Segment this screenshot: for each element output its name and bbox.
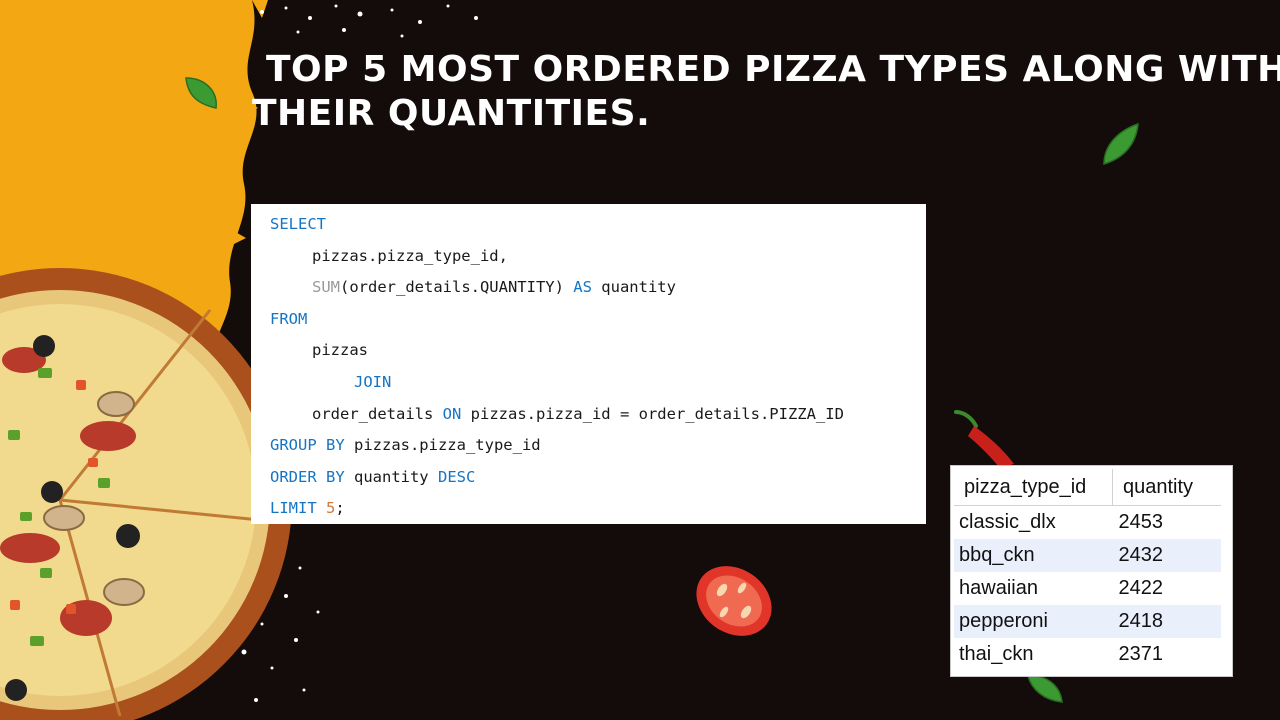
code-line-select: SELECT [270,209,926,241]
cell-pizza-type-id: hawaiian [959,577,1038,599]
cell-quantity: 2422 [1118,577,1164,599]
table-row[interactable]: pepperoni 2418 [954,605,1221,638]
code-line-table: pizzas [270,335,926,367]
sql-keyword-limit: LIMIT [270,499,317,518]
sql-function-sum: SUM [312,278,340,297]
code-line-from: FROM [270,304,926,336]
code-line-limit: LIMIT 5; [270,493,926,525]
cell-pizza-type-id: bbq_ckn [954,539,1113,572]
cell-quantity: 2371 [1118,643,1164,665]
cell-quantity: 2418 [1112,605,1221,638]
sql-keyword-order-by: ORDER BY [270,467,345,486]
slide-title: Top 5 most ordered pizza types along wit… [252,48,1280,136]
code-line-on: order_details ON pizzas.pizza_id = order… [270,399,926,431]
table-row[interactable]: classic_dlx 2453 [954,506,1221,540]
sql-keyword-join: JOIN [354,372,392,391]
sql-terminator: ; [335,499,345,518]
result-header-row: pizza_type_id quantity [954,469,1221,506]
sql-limit-value: 5 [326,499,336,518]
code-line-join: JOIN [270,367,926,399]
sql-keyword-as: AS [573,278,592,297]
sql-code-block: SELECT pizzas.pizza_type_id, SUM(order_d… [251,204,926,524]
sql-group-column: pizzas.pizza_type_id [344,436,541,455]
code-line-sum: SUM(order_details.QUANTITY) AS quantity [270,272,926,304]
column-header-quantity[interactable]: quantity [1112,469,1221,506]
cell-quantity: 2453 [1118,511,1164,533]
sql-sum-argument: (order_details.QUANTITY) [340,278,574,297]
sql-alias: quantity [591,278,676,297]
code-line-select-col: pizzas.pizza_type_id, [270,241,926,273]
table-row[interactable]: thai_ckn 2371 [954,638,1221,671]
title-line-1: Top 5 most ordered pizza types along wit… [266,49,1280,90]
sql-keyword-from: FROM [270,309,308,328]
cell-pizza-type-id: pepperoni [954,605,1113,638]
sql-keyword-group-by: GROUP BY [270,436,345,455]
code-line-order-by: ORDER BY quantity DESC [270,462,926,494]
cell-pizza-type-id: thai_ckn [959,643,1034,665]
slide: Top 5 most ordered pizza types along wit… [0,0,1280,720]
result-grid: pizza_type_id quantity classic_dlx 2453 … [950,465,1233,677]
column-header-pizza-type-id[interactable]: pizza_type_id [954,469,1113,506]
sql-space [317,499,326,517]
cell-pizza-type-id: classic_dlx [959,511,1056,533]
sql-keyword-desc: DESC [437,467,476,486]
code-line-group-by: GROUP BY pizzas.pizza_type_id [270,430,926,462]
sql-join-table: order_details [312,404,443,423]
table-row[interactable]: bbq_ckn 2432 [954,539,1221,572]
title-line-2: their quantities. [252,92,651,134]
sql-join-condition: pizzas.pizza_id = order_details.PIZZA_ID [461,404,844,423]
result-table: pizza_type_id quantity classic_dlx 2453 … [954,469,1221,671]
sql-keyword-select: SELECT [270,215,326,233]
table-row[interactable]: hawaiian 2422 [954,572,1221,605]
sql-table-pizzas: pizzas [312,341,368,360]
cell-quantity: 2432 [1112,539,1221,572]
sql-select-column: pizzas.pizza_type_id, [312,246,508,265]
sql-keyword-on: ON [442,404,462,423]
sql-order-column: quantity [344,467,438,486]
